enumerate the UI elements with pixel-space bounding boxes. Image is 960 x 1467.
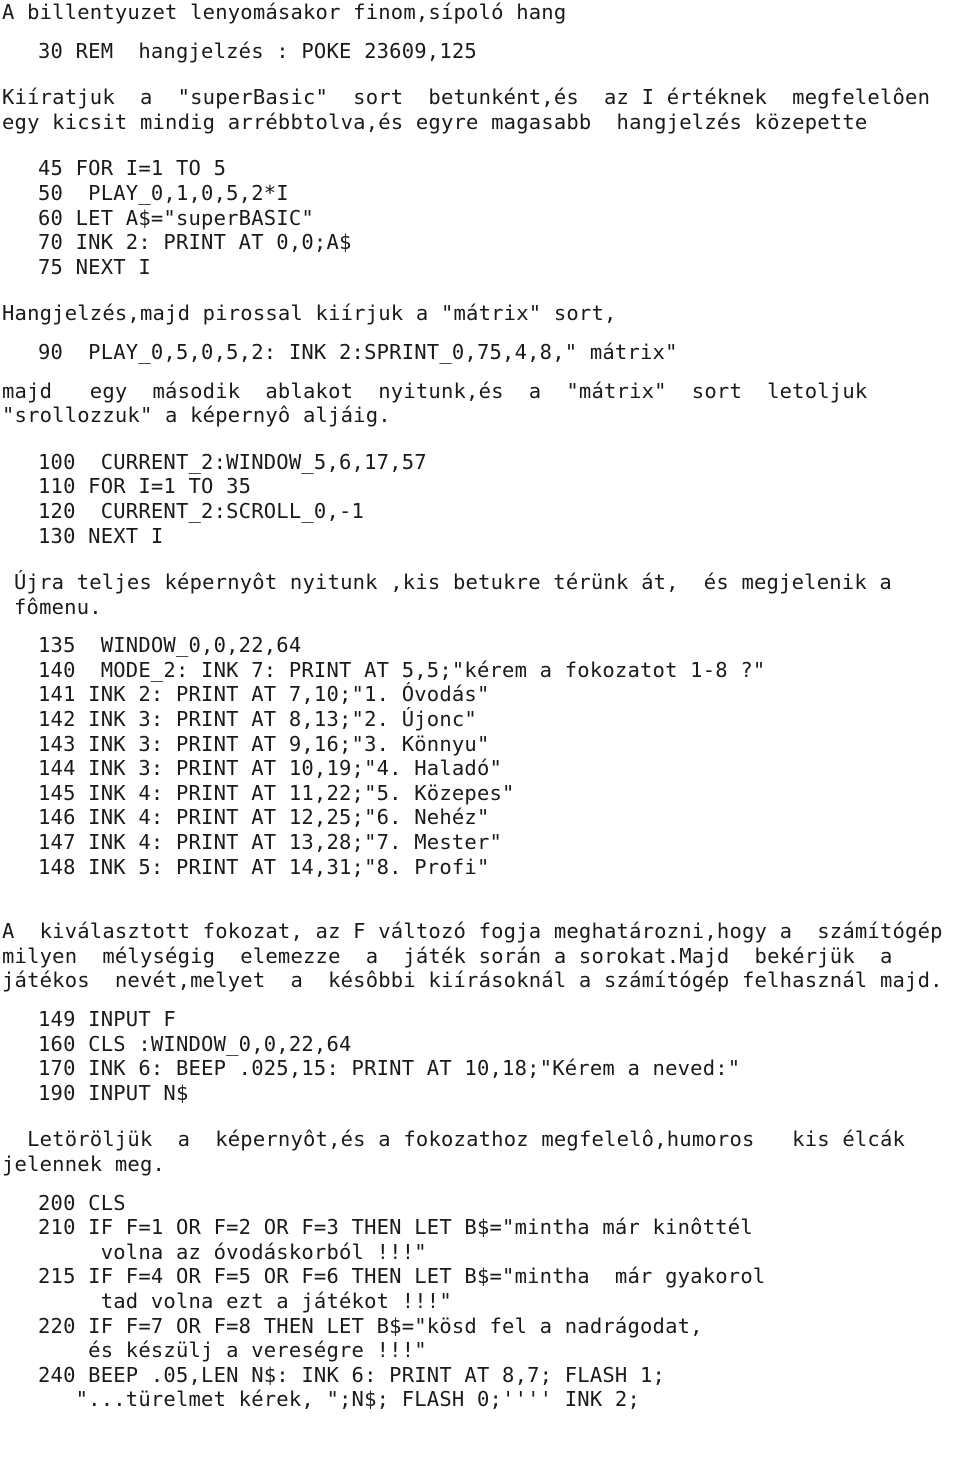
page-title-line: A billentyuzet lenyomásakor finom,sípoló… [2, 0, 567, 24]
paragraph-2: Hangjelzés,majd pirossal kiírjuk a "mátr… [2, 301, 617, 326]
code-listing-3: 90 PLAY_0,5,0,5,2: INK 2:SPRINT_0,75,4,8… [38, 339, 678, 364]
code-listing-4: 100 CURRENT_2:WINDOW_5,6,17,57 110 FOR I… [38, 449, 427, 548]
code-listing-2: 45 FOR I=1 TO 5 50 PLAY_0,1,0,5,2*I 60 L… [38, 156, 352, 279]
paragraph-3: majd egy második ablakot nyitunk,és a "m… [2, 378, 868, 428]
code-listing-7: 200 CLS 210 IF F=1 OR F=2 OR F=3 THEN LE… [38, 1190, 766, 1412]
code-listing-1: 30 REM hangjelzés : POKE 23609,125 [38, 38, 477, 63]
code-listing-5: 135 WINDOW_0,0,22,64 140 MODE_2: INK 7: … [38, 633, 766, 879]
paragraph-4: Újra teljes képernyôt nyitunk ,kis betuk… [14, 570, 892, 619]
paragraph-1: Kiíratjuk a "superBasic" sort betunként,… [2, 85, 931, 134]
code-listing-6: 149 INPUT F 160 CLS :WINDOW_0,0,22,64 17… [38, 1007, 741, 1105]
paragraph-6: Letöröljük a képernyôt,és a fokozathoz m… [2, 1127, 906, 1176]
document-page: A billentyuzet lenyomásakor finom,sípoló… [0, 0, 960, 1467]
paragraph-5: A kiválasztott fokozat, az F változó fog… [2, 919, 943, 993]
